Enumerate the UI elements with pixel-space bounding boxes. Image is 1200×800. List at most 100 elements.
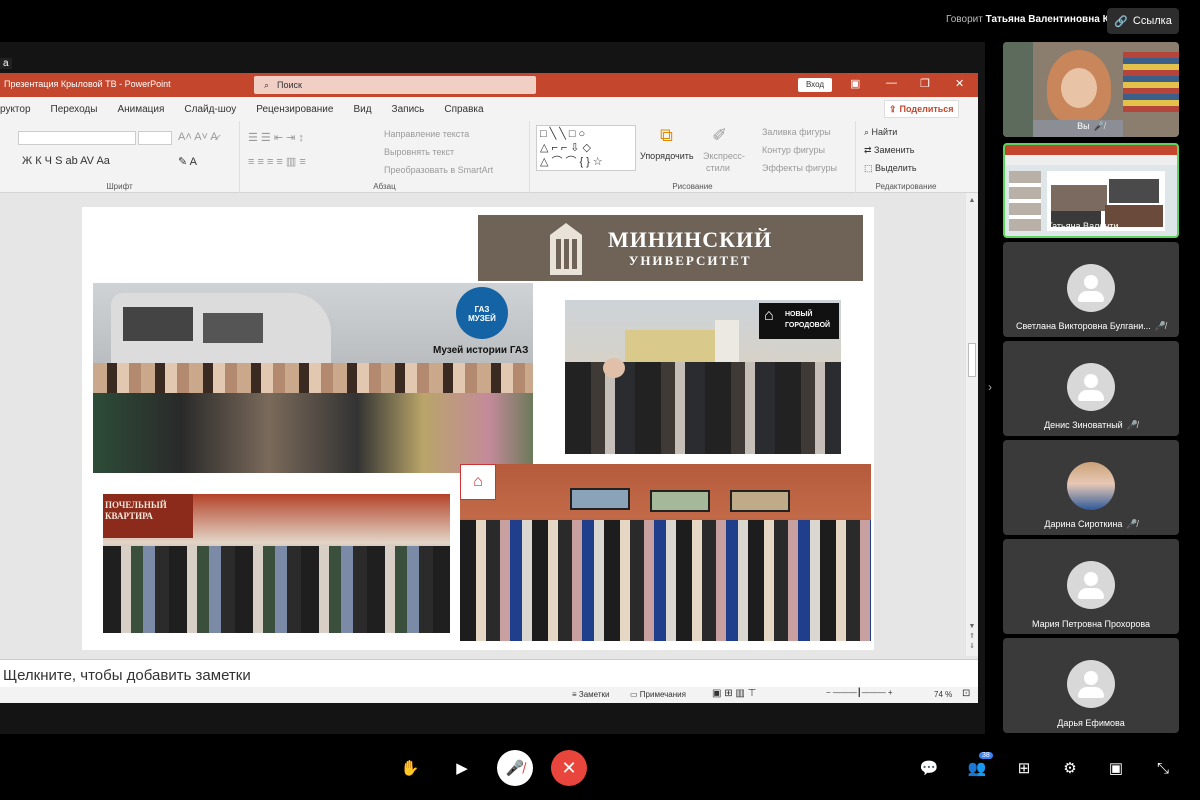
scroll-down-icon: ▼ ⇑ ⇓ <box>968 623 976 650</box>
photo-quarter: ПОЧЕЛЬНЫЙ КВАРТИРА <box>103 494 450 633</box>
ppt-title-bar: Презентация Крыловой ТВ - PowerPoint ⌕ П… <box>0 73 978 97</box>
search-input[interactable]: ⌕ Поиск <box>254 76 536 94</box>
settings-button[interactable]: ⚙ <box>1052 750 1088 786</box>
tab-animation[interactable]: Анимация <box>117 104 164 115</box>
highlight-icon[interactable]: ✎ A <box>178 155 197 168</box>
select-item[interactable]: ⬚ Выделить <box>864 163 917 174</box>
font-size-select[interactable] <box>138 131 172 145</box>
scroll-thumb[interactable] <box>968 343 976 377</box>
ribbon-tabs: руктор Переходы Анимация Слайд-шоу Рецен… <box>0 97 978 121</box>
museum-caption: Музей истории ГАЗ <box>433 345 529 356</box>
font-family-select[interactable] <box>18 131 136 145</box>
participant-tile-presenter[interactable]: Татьяна Валенти... <box>1003 143 1179 238</box>
align-icon[interactable]: ≡ ≡ ≡ ≡ ▥ ≡ <box>248 155 306 168</box>
gear-icon: ⚙ <box>1063 760 1077 777</box>
participant-photo <box>1067 462 1115 510</box>
tab-design[interactable]: руктор <box>0 104 31 115</box>
tab-view[interactable]: Вид <box>353 104 371 115</box>
gaz-museum-badge: ГАЗ МУЗЕЙ <box>456 287 508 339</box>
shape-outline-item[interactable]: Контур фигуры <box>762 145 825 155</box>
participant-tile-self[interactable]: Вы 🎤̸ <box>1003 42 1179 137</box>
shape-effects-item[interactable]: Эффекты фигуры <box>762 163 837 173</box>
text-direction-item[interactable]: Направление текста <box>384 129 469 139</box>
window-title: Презентация Крыловой ТВ - PowerPoint <box>4 79 171 89</box>
tab-help[interactable]: Справка <box>444 104 483 115</box>
close-icon[interactable]: ✕ <box>955 77 964 90</box>
participant-tile[interactable]: Дарина Сироткина 🎤̸ <box>1003 440 1179 535</box>
vertical-scrollbar[interactable]: ▲ ▼ ⇑ ⇓ <box>966 193 978 656</box>
link-icon: 🔗 <box>1114 15 1128 28</box>
zoom-level[interactable]: 74 % <box>934 690 952 699</box>
people-icon: 👥 <box>967 760 987 777</box>
layout-button[interactable]: ▣ <box>1098 750 1134 786</box>
share-button[interactable]: ⇪ Поделиться <box>884 100 959 118</box>
mic-off-icon: 🎤̸ <box>1126 420 1138 430</box>
search-icon: ⌕ <box>264 79 270 90</box>
align-text-item[interactable]: Выровнять текст <box>384 147 454 157</box>
slide-canvas[interactable]: МИНИНСКИЙ УНИВЕРСИТЕТ ГАЗ МУЗЕЙ Музей ис… <box>0 202 966 656</box>
raise-hand-button[interactable]: ✋ <box>392 750 428 786</box>
camera-button[interactable]: ▶︎ <box>444 750 480 786</box>
building-sign-line-2: КВАРТИРА <box>105 511 153 521</box>
participant-tile[interactable]: Денис Зиноватный 🎤̸ <box>1003 341 1179 436</box>
microphone-button[interactable]: 🎤̸ <box>497 750 533 786</box>
participants-button[interactable]: 👥 38 <box>959 750 995 786</box>
minimize-icon[interactable]: — <box>886 77 897 89</box>
avatar-icon <box>1067 660 1115 708</box>
participant-tile[interactable]: Дарья Ефимова <box>1003 638 1179 733</box>
mic-off-icon: 🎤̸ <box>1126 519 1138 529</box>
notes-toggle[interactable]: ≡ Заметки <box>572 690 610 699</box>
signin-button[interactable]: Вход <box>798 78 832 92</box>
ribbon-display-icon[interactable]: ▣ <box>850 77 860 90</box>
participant-name: Дарина Сироткина 🎤̸ <box>1044 519 1138 529</box>
participant-tile[interactable]: Мария Петровна Прохорова <box>1003 539 1179 634</box>
arrange-button[interactable]: Упорядочить <box>640 151 694 161</box>
scroll-up-icon: ▲ <box>968 197 976 204</box>
tab-review[interactable]: Рецензирование <box>256 104 333 115</box>
zoom-slider[interactable]: − ———┃——— + <box>826 688 893 697</box>
mic-off-icon: 🎤̸ <box>505 760 525 777</box>
meeting-controls: ✋ ▶︎ 🎤̸ ✕ 💬 👥 38 ⊞ ⚙ ▣ ⤡ <box>0 736 1200 800</box>
format-buttons-icon[interactable]: Ж К Ч S ab AV Aa <box>22 155 110 167</box>
leave-call-button[interactable]: ✕ <box>551 750 587 786</box>
novy-gorodovoy-logo: ⌂ НОВЫЙ ГОРОДОВОЙ <box>759 303 839 339</box>
minin-university-logo: МИНИНСКИЙ УНИВЕРСИТЕТ <box>478 215 863 281</box>
smartart-item[interactable]: Преобразовать в SmartArt <box>384 165 493 175</box>
copy-link-button[interactable]: 🔗 Ссылка <box>1107 8 1179 34</box>
fullscreen-button[interactable]: ⤡ <box>1145 750 1181 786</box>
status-bar: ≡ Заметки ▭ Примечания ▣ ⊞ ▥ ⊤ − ———┃———… <box>0 687 978 703</box>
restore-icon[interactable]: ❐ <box>920 77 930 90</box>
tab-slideshow[interactable]: Слайд-шоу <box>184 104 236 115</box>
tab-record[interactable]: Запись <box>392 104 425 115</box>
comments-toggle[interactable]: ▭ Примечания <box>630 690 686 699</box>
logo-line-2: УНИВЕРСИТЕТ <box>628 253 752 268</box>
quick-styles-button[interactable]: Экспресс- <box>703 151 745 161</box>
fit-slide-icon[interactable]: ⊡ <box>962 688 970 699</box>
avatar-icon <box>1067 561 1115 609</box>
grid-view-button[interactable]: ⊞ <box>1006 750 1042 786</box>
list-icon[interactable]: ☰ ☰ ⇤ ⇥ ↕ <box>248 131 304 144</box>
slide[interactable]: МИНИНСКИЙ УНИВЕРСИТЕТ ГАЗ МУЗЕЙ Музей ис… <box>82 207 874 650</box>
layout-icon: ▣ <box>1108 760 1124 777</box>
panel-collapse-icon[interactable]: › <box>988 380 992 394</box>
paragraph-group: ☰ ☰ ⇤ ⇥ ↕ ≡ ≡ ≡ ≡ ▥ ≡ Направление текста… <box>240 121 530 193</box>
replace-item[interactable]: ⇄ Заменить <box>864 145 915 156</box>
photo-group-hall <box>460 464 871 641</box>
find-item[interactable]: ⌕ Найти <box>864 127 897 138</box>
grid-icon: ⊞ <box>1017 760 1031 777</box>
participant-name: Мария Петровна Прохорова <box>1031 619 1151 629</box>
mic-off-icon: 🎤̸ <box>1093 121 1105 131</box>
chat-button[interactable]: 💬 <box>911 750 947 786</box>
view-buttons-icon[interactable]: ▣ ⊞ ▥ ⊤ <box>712 688 756 699</box>
shape-fill-item[interactable]: Заливка фигуры <box>762 127 831 137</box>
quick-styles-button-2[interactable]: стили <box>706 163 730 173</box>
shapes-gallery[interactable]: □╲╲□○ △⌐⌐⇩◇ △⌒⌒{}☆ <box>536 125 636 171</box>
notes-pane[interactable]: Щелкните, чтобы добавить заметки <box>0 659 978 687</box>
active-speaker-label: Говорит Татьяна Валентиновна К. <box>946 14 1112 25</box>
close-icon: ✕ <box>561 757 577 778</box>
tower-icon <box>550 223 582 275</box>
grow-font-icon[interactable]: A˄ A˅ A̷ <box>178 131 218 143</box>
participant-name: Вы 🎤̸ <box>1077 121 1105 131</box>
tab-transitions[interactable]: Переходы <box>51 104 98 115</box>
participant-tile[interactable]: Светлана Викторовна Булгани... 🎤̸ <box>1003 242 1179 337</box>
